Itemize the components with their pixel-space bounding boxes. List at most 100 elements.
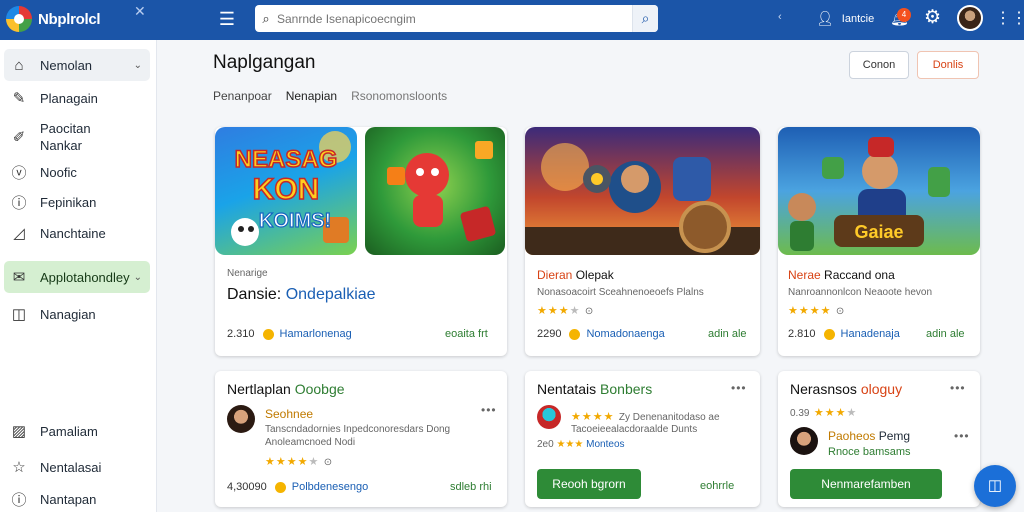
card-title-text: Raccand ona [824,268,895,282]
game-banner-image: NEASAG KON KOIMS! [215,127,357,255]
primary-action-button[interactable]: Nenmarefamben [790,469,942,499]
sidebar-item-planagain[interactable]: ✎ Planagain [4,85,150,111]
sidebar-item-label: Paocitan Nankar [40,121,91,153]
review-text: Tanscndadornies Inpedconoresdars Dong [265,424,451,435]
coin-icon [569,328,581,340]
review-text: Tacoeieealacdoraalde Dunts [571,424,697,435]
tab-nenapian[interactable]: Nenapian [286,89,337,103]
review-title-accent: Ooobge [294,381,345,397]
primary-action-button[interactable]: Reooh bgrorn [537,469,641,499]
more-options-icon[interactable]: ••• [731,381,747,395]
review-link[interactable]: Monteos [586,439,624,450]
banner-word: Gaiae [854,222,903,242]
banner-art: NEASAG KON KOIMS! [231,131,351,246]
mail-icon: ✉ [12,269,26,286]
star-rating: ★★★★ ⊙ [788,301,844,319]
circle-check-icon: ⓥ [11,164,27,182]
sidebar-item-home[interactable]: ⌂ Nemolan ⌄ [4,49,150,81]
review-text-2: Anoleamcnoed Nodi [265,437,356,448]
banner-title-line-2: KON [253,173,320,206]
more-options-icon-2[interactable]: ••• [954,429,970,443]
publisher-link[interactable]: Nomadonaenga [586,328,664,340]
app-name: Nbplrolcl [38,10,101,28]
stars-icon: ★★★★★ [265,456,320,468]
chart-icon: ◿ [13,225,25,242]
edit-icon: ✎ [12,90,26,107]
publisher-link[interactable]: Hamarlonenag [280,328,352,340]
rating-value: 2.310 [227,328,255,340]
price-label: adin ale [926,328,965,340]
sidebar-item-label: Nanagian [40,306,96,322]
publisher-link[interactable]: Polbdenesengo [292,481,368,493]
review-card-title: Nerasnsos ologuy [790,381,902,397]
app-switch-icon[interactable]: ◫ [974,465,1016,507]
reviewer-avatar[interactable] [790,427,818,455]
home-icon: ⌂ [14,56,24,74]
profile-avatar[interactable] [957,5,983,31]
menu-icon[interactable]: ☰ [216,8,238,30]
rating-value: 2.810 [788,328,816,340]
sidebar-item-nanagian[interactable]: ◫ Nanagian [4,301,150,327]
notification-badge: 4 [897,8,911,22]
details-button[interactable]: Donlis [917,51,979,79]
reviewer-avatar[interactable] [537,405,561,429]
banner-art: Gaiae [788,137,950,251]
more-options-icon[interactable]: ••• [950,381,966,395]
card-title-link[interactable]: Ondepalkiae [286,286,376,303]
cancel-button[interactable]: Conon [849,51,909,79]
sidebar-item-nantapan[interactable]: ⓘ Nantapan [4,486,150,512]
reviewer-avatar[interactable] [227,405,255,433]
search-submit-button[interactable]: ⌕ [632,5,658,32]
featured-card-3[interactable]: Gaiae Nerae Raccand ona Nanroannonlcon N… [778,127,980,356]
gear-icon[interactable]: ⚙ [924,6,941,29]
review-title: Nertlaplan [227,381,291,397]
review-title-accent: ologuy [860,381,903,397]
pen-icon: ✐ [12,129,26,146]
tab-bar: Penanpoar Nenapian Rsonomonsloonts [213,89,461,103]
sidebar-item-noofic[interactable]: ⓥ Noofic [4,159,150,185]
stars-icon: ★★★★ [537,305,581,317]
sidebar-item-nentalasai[interactable]: ☆ Nentalasai [4,454,150,480]
review-card-2[interactable]: Nentatais Bonbers ••• ★★★★ Zy Denenanito… [525,371,760,507]
sidebar-item-pamaliam[interactable]: ▨ Pamaliam [4,418,150,444]
chevron-left-icon[interactable]: ‹ [778,11,782,23]
banner-title-line-3: KOIMS! [259,210,331,232]
layout-icon: ◫ [11,306,27,323]
user-label: Iantcie [841,12,875,25]
review-card-3[interactable]: Nerasnsos ologuy ••• 0.39 ★★★★ Paoheos P… [778,371,980,507]
review-card[interactable]: Nertlaplan Ooobge Seohnee ••• Tanscndado… [215,371,507,507]
banner-art [525,143,760,255]
reviewer-name: Seohnee [265,407,314,421]
sidebar-item-paocitan[interactable]: ✐ Paocitan Nankar [4,119,150,155]
search-input[interactable] [277,5,632,32]
sidebar-item-applotahondley[interactable]: ✉ Applotahondley ⌄ [4,261,150,293]
info-icon: ⓘ [11,194,27,212]
tab-rsonomonsloonts[interactable]: Rsonomonsloonts [351,89,447,103]
card-title-prefix: Nerae [788,268,821,282]
more-options-icon[interactable]: ••• [481,403,497,417]
card-title: Dieran Olepak [537,268,614,282]
featured-card-2[interactable]: Dieran Olepak Nonasoacoirt Sceahnenoeoef… [525,127,760,356]
close-sidebar-icon[interactable]: ✕ [134,3,146,20]
sidebar-item-nanchtaine[interactable]: ◿ Nanchtaine [4,220,150,246]
user-icon: 👤︎ [816,10,834,26]
price-label: eohrrle [700,480,735,492]
price-label: adin ale [708,328,747,340]
card-subtitle: Nonasoacoirt Sceahnenoeoefs Plalns [537,287,704,298]
sidebar-item-fepinikan[interactable]: ⓘ Fepinikan [4,189,150,215]
tab-penanpoar[interactable]: Penanpoar [213,89,272,103]
info-icon: ⊙ [323,457,333,468]
search-icon: ⌕ [262,10,270,26]
user-menu[interactable]: 👤︎ Iantcie [816,10,874,27]
gallery-icon: ▨ [11,423,27,440]
info-icon: ⊙ [835,306,845,317]
card-title-prefix: Dansie: [227,286,282,303]
publisher-link[interactable]: Hanadenaja [841,328,900,340]
featured-card[interactable]: NEASAG KON KOIMS! Nenarige Dansie: Ondep… [215,127,507,356]
review-meta: ★★★★ Zy Denenanitodaso ae [571,407,720,425]
review-text-body: Tacoeieealacdoraalde Dunts [571,424,698,435]
rating-line: 4,30090 Polbdenesengo [227,481,368,493]
grid-icon[interactable]: ⋮⋮ [995,8,1024,28]
rating-line: 2290 Nomadonaenga [537,328,665,340]
sidebar-item-label: Nemolan [40,57,93,73]
